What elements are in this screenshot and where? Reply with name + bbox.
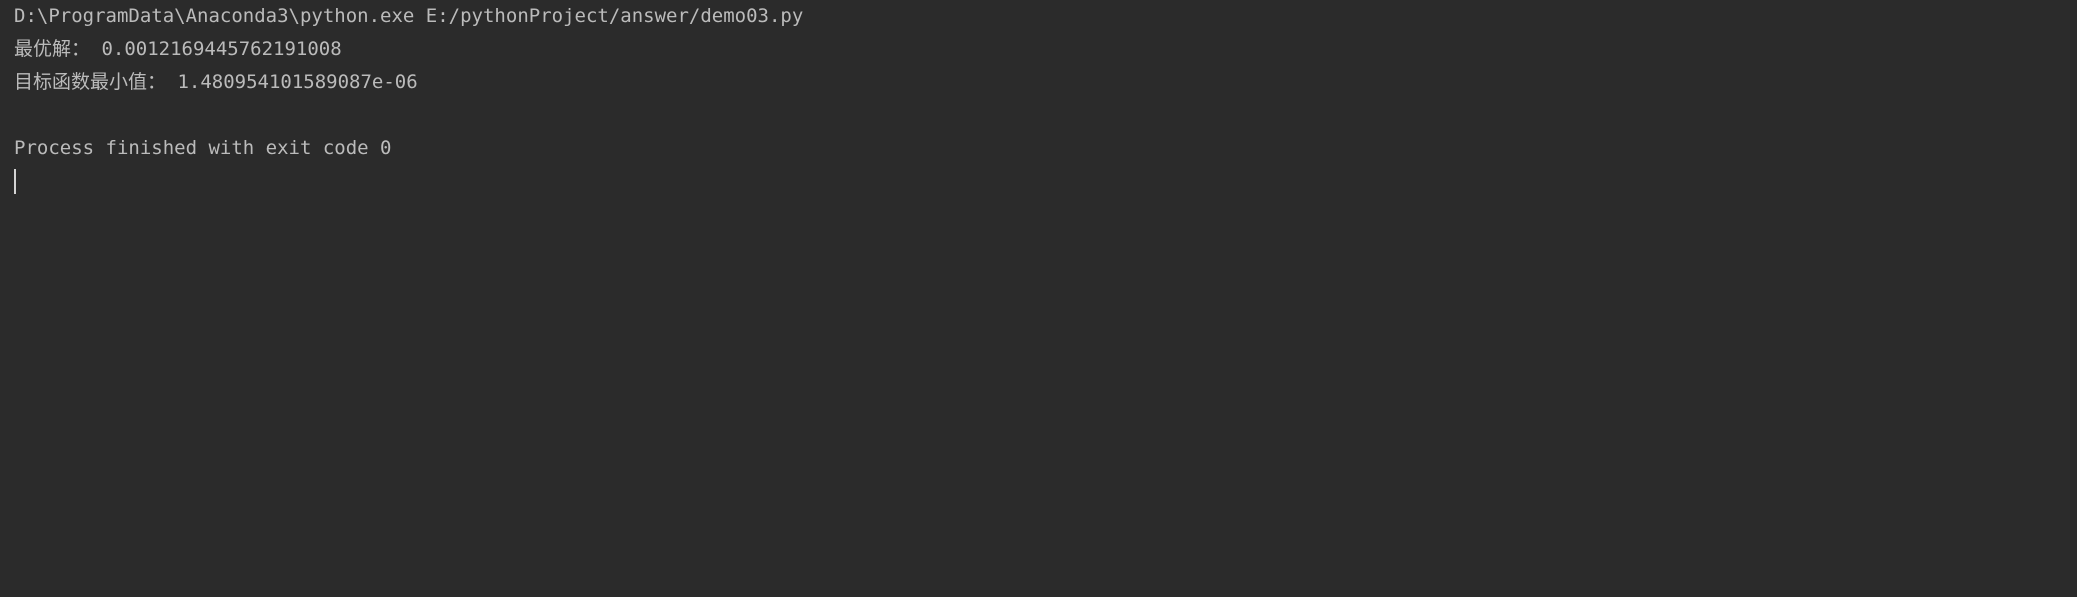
input-line[interactable] xyxy=(14,165,2077,198)
text-cursor xyxy=(14,169,16,194)
console-output[interactable]: D:\ProgramData\Anaconda3\python.exe E:/p… xyxy=(14,0,2077,597)
output-line-objective-minimum: 目标函数最小值： 1.480954101589087e-06 xyxy=(14,71,418,93)
console-window: { "console": { "command": "D:\\ProgramDa… xyxy=(0,0,2077,597)
output-line-optimal-solution: 最优解： 0.0012169445762191008 xyxy=(14,38,342,60)
command-line: D:\ProgramData\Anaconda3\python.exe E:/p… xyxy=(14,5,804,27)
exit-message: Process finished with exit code 0 xyxy=(14,137,392,159)
